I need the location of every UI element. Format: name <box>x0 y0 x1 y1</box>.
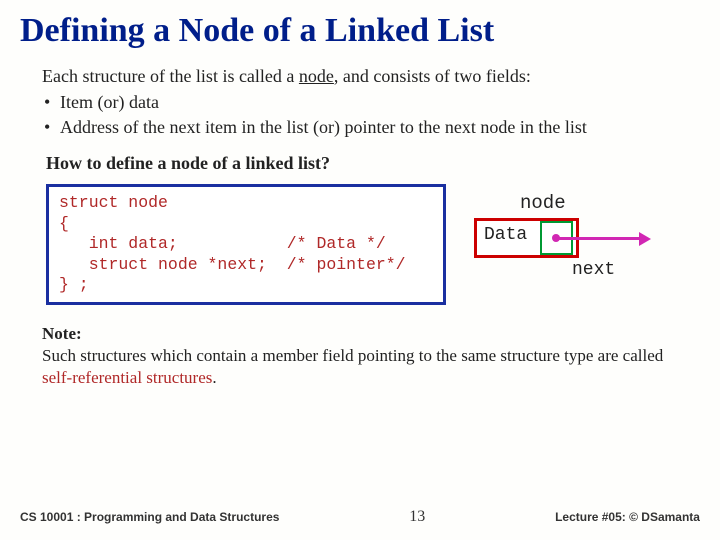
slide-title: Defining a Node of a Linked List <box>20 12 700 50</box>
intro-prefix: Each structure of the list is called a <box>42 66 299 86</box>
diagram-node-label: node <box>520 192 566 214</box>
diagram-next-label: next <box>572 260 615 280</box>
node-diagram: node Data next <box>474 194 664 294</box>
footer: CS 10001 : Programming and Data Structur… <box>20 508 700 526</box>
subheading: How to define a node of a linked list? <box>20 153 700 174</box>
note-self-ref: self-referential structures <box>42 368 212 387</box>
list-item: Address of the next item in the list (or… <box>42 115 690 139</box>
note-prefix: Such structures which contain a member f… <box>42 346 663 365</box>
diagram-data-label: Data <box>484 225 527 245</box>
intro-suffix: , and consists of two fields: <box>334 66 531 86</box>
note-text: Such structures which contain a member f… <box>42 345 682 389</box>
bullet-list: Item (or) data Address of the next item … <box>42 90 690 139</box>
code-and-diagram-row: struct node { int data; /* Data */ struc… <box>20 184 700 305</box>
page-number: 13 <box>409 508 425 526</box>
intro-paragraph: Each structure of the list is called a n… <box>42 64 690 88</box>
arrow-head-icon <box>639 232 651 246</box>
footer-right: Lecture #05: © DSamanta <box>555 510 700 524</box>
list-item: Item (or) data <box>42 90 690 114</box>
note-block: Note: Such structures which contain a me… <box>20 323 700 389</box>
arrow-icon <box>557 237 642 240</box>
note-label: Note: <box>42 323 682 345</box>
footer-left: CS 10001 : Programming and Data Structur… <box>20 510 279 524</box>
note-suffix: . <box>212 368 216 387</box>
code-block: struct node { int data; /* Data */ struc… <box>46 184 446 305</box>
intro-node-word: node <box>299 66 334 86</box>
